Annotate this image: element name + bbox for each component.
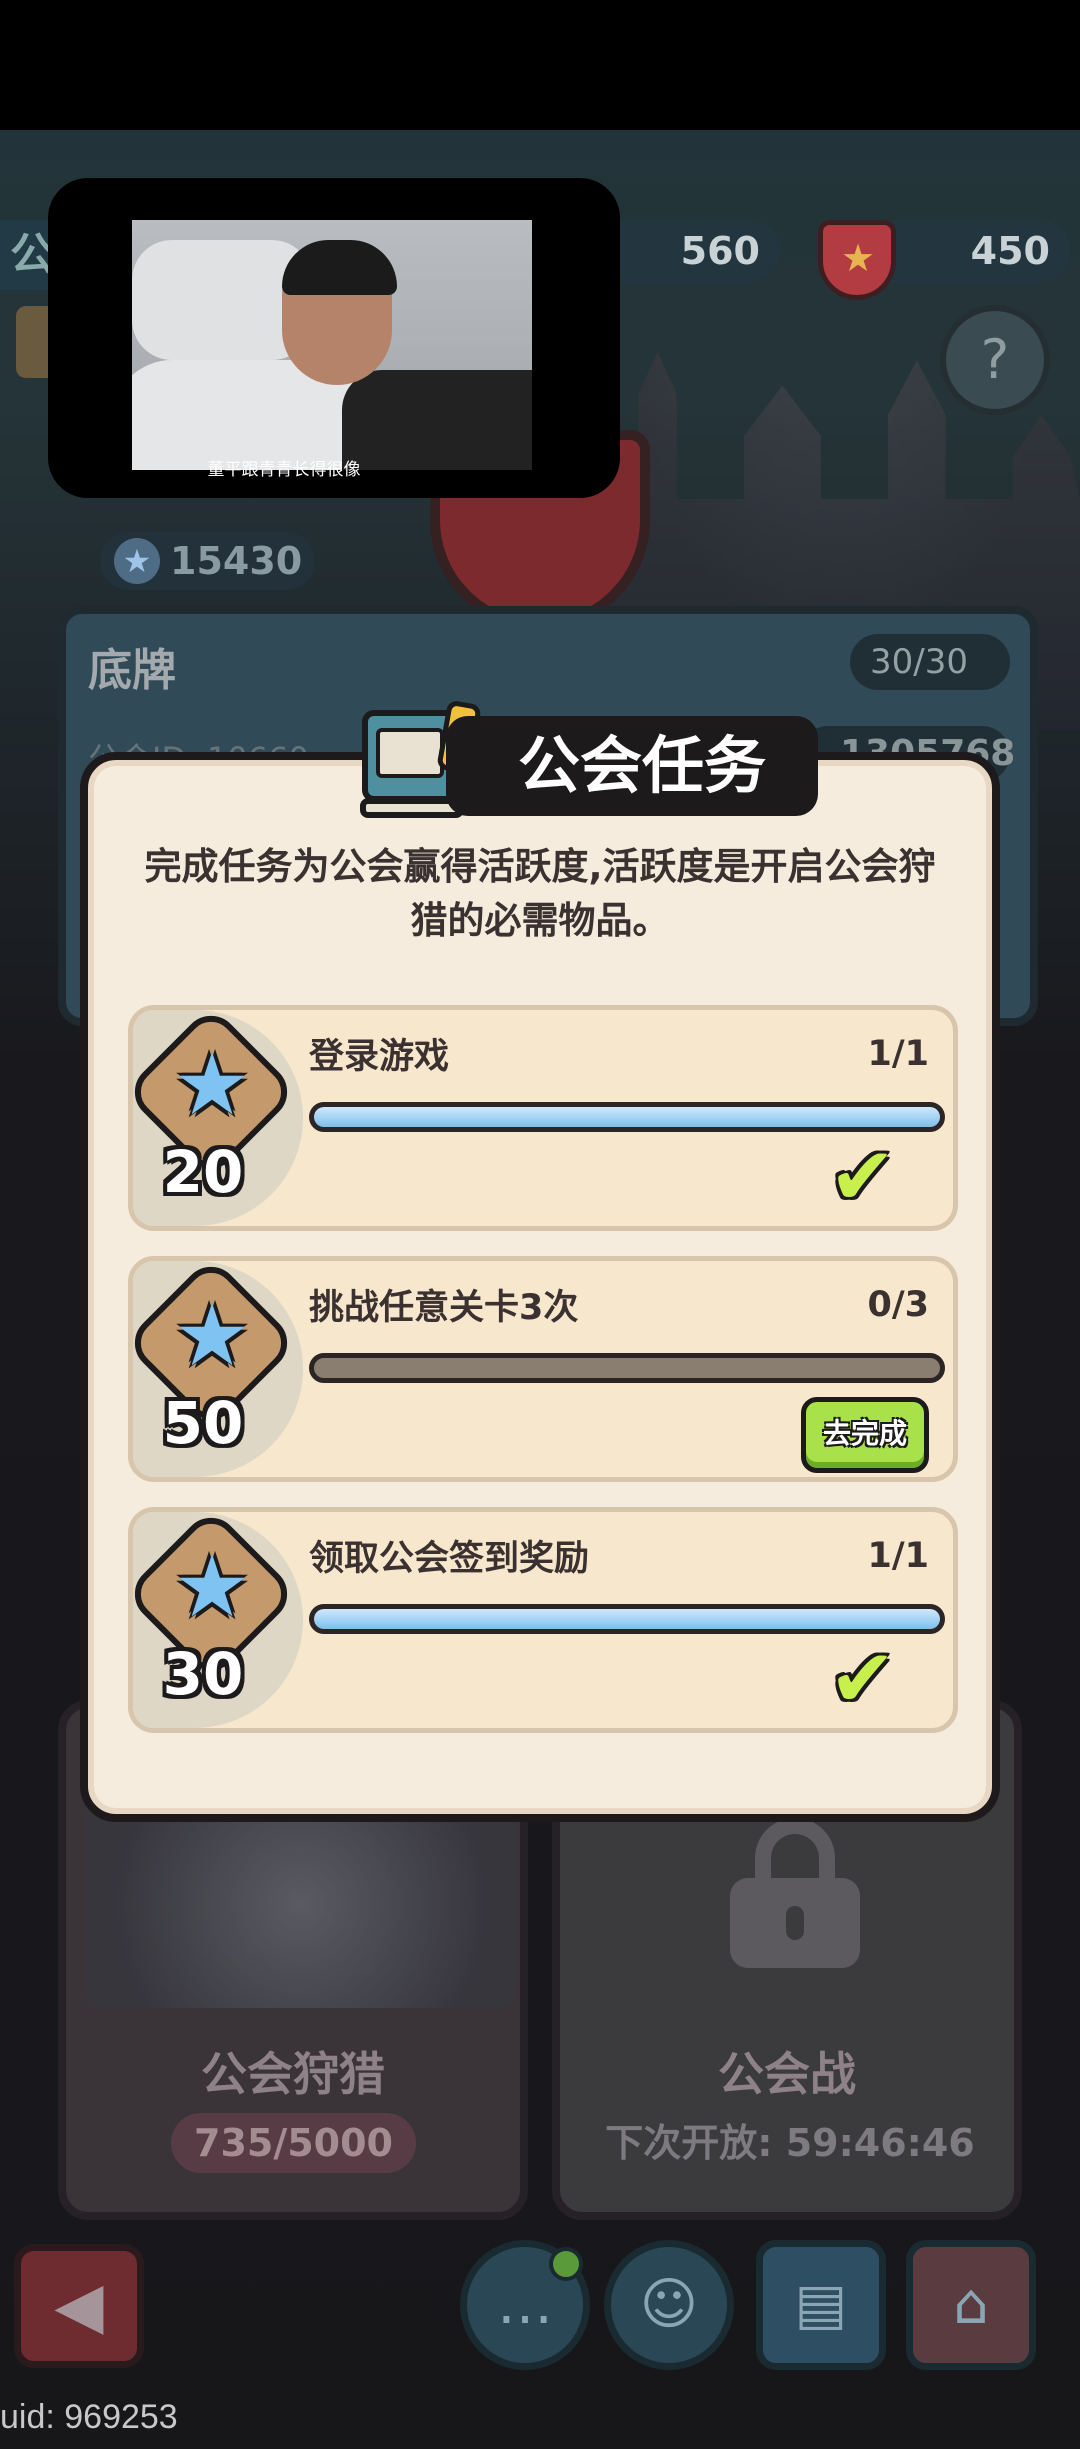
star-icon: ★: [114, 538, 160, 584]
progress-bar: [309, 1604, 945, 1634]
check-icon: ✔: [829, 1130, 897, 1223]
task-progress-text: 1/1: [867, 1034, 930, 1074]
reward-value: 20: [162, 1138, 244, 1206]
check-icon: ✔: [829, 1632, 897, 1725]
guild-badge-icon: ★: [818, 220, 896, 300]
lock-icon: [730, 1818, 860, 1968]
book-icon[interactable]: ▤: [756, 2240, 886, 2370]
chat-icon[interactable]: …: [460, 2240, 590, 2370]
task-reward: ★ 30: [133, 1512, 303, 1728]
shop-icon[interactable]: ⌂: [906, 2240, 1036, 2370]
bottom-nav: ◀ … ☺ ▤ ⌂: [0, 2230, 1080, 2380]
star-icon: ★: [173, 1035, 251, 1135]
task-card: ★ 50 挑战任意关卡3次 0/3 去完成: [128, 1256, 958, 1482]
modal-title: 公会任务: [446, 716, 818, 816]
star-icon: ★: [173, 1537, 251, 1637]
task-reward: ★ 20: [133, 1010, 303, 1226]
progress-bar-fill: [314, 1107, 940, 1127]
modal-description: 完成任务为公会赢得活跃度,活跃度是开启公会狩猎的必需物品。: [144, 845, 936, 942]
guild-war-countdown: 下次开放: 59:46:46: [605, 2121, 975, 2165]
video-overlay[interactable]: [48, 178, 620, 498]
go-complete-button[interactable]: 去完成: [801, 1397, 929, 1473]
help-icon[interactable]: ?: [940, 305, 1050, 415]
reward-value: 50: [162, 1389, 244, 1457]
back-arrow-icon[interactable]: ◀: [14, 2244, 144, 2368]
task-reward: ★ 50: [133, 1261, 303, 1477]
guild-hunt-title: 公会狩猎: [201, 2047, 385, 2101]
uid-label: uid: 969253: [0, 2398, 178, 2436]
guild-score: ★ 15430: [100, 532, 315, 590]
progress-bar-fill: [314, 1609, 940, 1629]
guild-hunt-progress: 735/5000: [171, 2113, 416, 2173]
reward-value: 30: [162, 1640, 244, 1708]
guild-score-value: 15430: [170, 539, 303, 583]
video-subtitle: 董平跟青青长得很像: [207, 460, 361, 480]
modal-header: 公会任务: [356, 699, 822, 820]
guild-war-title: 公会战: [718, 2047, 856, 2101]
star-icon: ★: [173, 1286, 251, 1386]
task-progress-text: 1/1: [867, 1536, 930, 1576]
notification-dot: [549, 2247, 583, 2281]
task-name: 登录游戏: [309, 1037, 450, 1077]
guild-member-count: 30/30: [850, 634, 1010, 690]
task-card: ★ 30 领取公会签到奖励 1/1 ✔: [128, 1507, 958, 1733]
task-card: ★ 20 登录游戏 1/1 ✔: [128, 1005, 958, 1231]
task-name: 领取公会签到奖励: [309, 1539, 590, 1579]
progress-bar: [309, 1353, 945, 1383]
guild-name: 底牌: [88, 645, 176, 696]
members-icon[interactable]: ☺: [604, 2240, 734, 2370]
guild-task-modal: 公会任务 完成任务为公会赢得活跃度,活跃度是开启公会狩猎的必需物品。 ★ 20 …: [80, 699, 1000, 1822]
task-name: 挑战任意关卡3次: [309, 1288, 579, 1328]
task-progress-text: 0/3: [867, 1285, 930, 1325]
progress-bar: [309, 1102, 945, 1132]
